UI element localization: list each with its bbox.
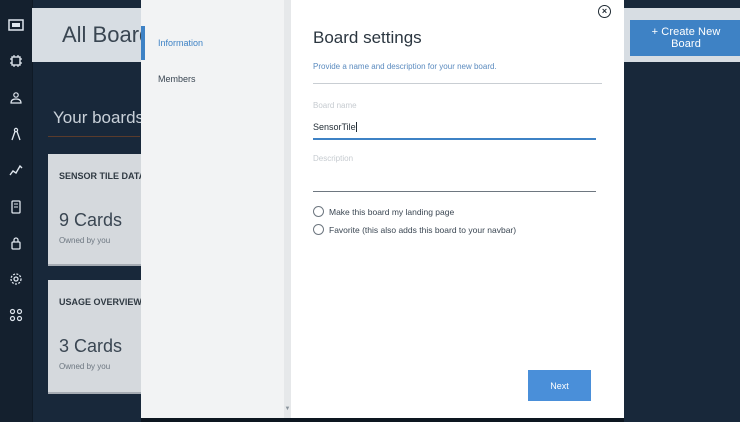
section-divider: [48, 136, 140, 137]
card-count: 3 Cards: [59, 336, 123, 356]
card-owner: Owned by you: [59, 362, 111, 371]
favorite-label: Favorite (this also adds this board to y…: [329, 225, 517, 235]
activity-icon[interactable]: [6, 160, 26, 180]
description-underline: [313, 191, 596, 192]
device-icon[interactable]: [6, 197, 26, 217]
board-name-underline: [313, 138, 596, 140]
board-name-value: SensorTile: [313, 122, 356, 132]
modal-subtitle: Provide a name and description for your …: [313, 62, 497, 71]
section-title: Your boards: [53, 108, 145, 127]
card-count: 9 Cards: [59, 210, 123, 230]
landing-page-radio[interactable]: [313, 206, 324, 217]
compass-icon[interactable]: [6, 124, 26, 144]
modal-body: × Board settings Provide a name and desc…: [291, 0, 624, 418]
users-icon[interactable]: [6, 88, 26, 108]
board-name-label: Board name: [313, 101, 357, 110]
description-input[interactable]: [313, 172, 596, 186]
board-card[interactable]: USAGE OVERVIEW 3 Cards Owned by you: [48, 280, 142, 394]
card-title: USAGE OVERVIEW: [59, 297, 142, 307]
nav-scrollbar[interactable]: [284, 0, 291, 418]
close-icon[interactable]: ×: [598, 5, 611, 18]
connections-icon[interactable]: [6, 305, 26, 325]
chip-icon[interactable]: [6, 51, 26, 71]
settings-icon[interactable]: [6, 269, 26, 289]
next-button[interactable]: Next: [528, 370, 591, 401]
landing-page-label: Make this board my landing page: [329, 207, 455, 217]
scroll-down-icon[interactable]: ▼: [284, 406, 291, 416]
description-label: Description: [313, 154, 354, 163]
lock-icon[interactable]: [6, 233, 26, 253]
bottom-strip: [141, 418, 624, 422]
left-sidebar: [0, 0, 33, 422]
modal-title: Board settings: [313, 28, 422, 47]
divider: [313, 83, 602, 84]
board-card[interactable]: SENSOR TILE DATA 9 Cards Owned by you: [48, 154, 146, 266]
card-title: SENSOR TILE DATA: [59, 171, 146, 181]
board-settings-modal: Information Members ▼ × Board settings P…: [141, 0, 624, 418]
monitor-icon[interactable]: [6, 15, 26, 35]
nav-item-information[interactable]: Information: [141, 26, 287, 60]
board-name-input[interactable]: SensorTile: [313, 122, 357, 132]
favorite-radio[interactable]: [313, 224, 324, 235]
nav-item-members[interactable]: Members: [141, 62, 287, 96]
card-owner: Owned by you: [59, 236, 111, 245]
text-caret: [355, 122, 357, 132]
modal-nav: Information Members: [141, 0, 291, 418]
create-board-button[interactable]: + Create New Board: [630, 20, 740, 56]
